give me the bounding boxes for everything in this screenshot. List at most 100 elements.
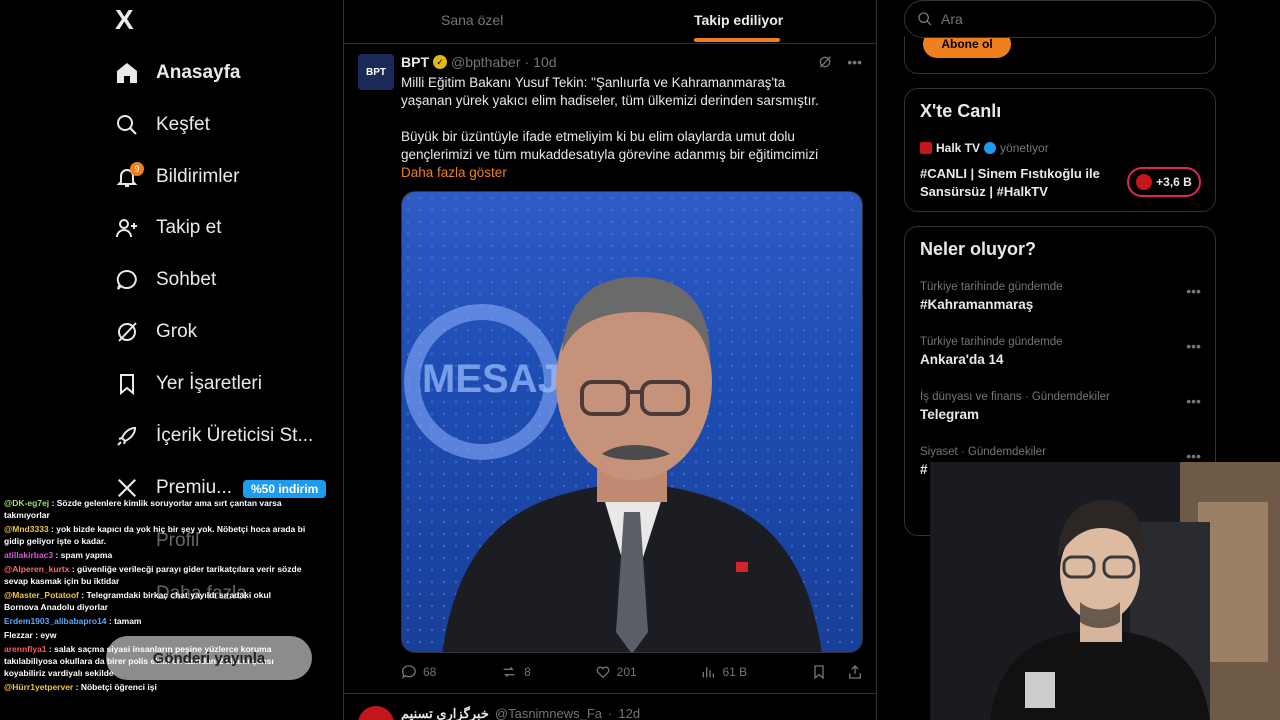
repost-button[interactable]: 8 — [500, 664, 531, 680]
share-icon[interactable] — [847, 664, 863, 680]
reply-icon — [401, 665, 416, 679]
nav-label: Sohbet — [156, 269, 217, 290]
halk-tv-logo-icon — [920, 142, 932, 154]
author-handle[interactable]: @Tasnimnews_Fa — [495, 706, 602, 720]
tweet-header: خبرگزاری تسنیم @Tasnimnews_Fa · 12d — [401, 706, 641, 720]
live-card: X'te Canlı Halk TV yönetiyor #CANLI | Si… — [904, 88, 1216, 212]
chat-username: @DK-eg7ej — [4, 498, 50, 508]
chat-message: atillakirbac3 : spam yapma — [4, 550, 113, 560]
live-heading: X'te Canlı — [920, 101, 1002, 121]
author-handle[interactable]: @bpthaber — [451, 54, 520, 70]
tweet-actions: 68 8 201 61 B — [401, 664, 863, 680]
more-options-icon[interactable]: ••• — [1186, 393, 1201, 409]
listener-count: +3,6 B — [1156, 175, 1192, 189]
live-host[interactable]: Halk TV yönetiyor — [920, 141, 1049, 155]
chat-username: arennflya1 — [4, 644, 47, 654]
chat-message: @Master_Potatoof : Telegramdaki birkaç c… — [4, 590, 272, 612]
active-tab-indicator — [694, 38, 780, 42]
tweet[interactable]: BPT BPT ✓ @bpthaber · 10d ••• Milli Eğit… — [344, 44, 876, 694]
more-options-icon[interactable]: ••• — [1186, 283, 1201, 299]
host-suffix: yönetiyor — [1000, 141, 1049, 155]
like-button[interactable]: 201 — [595, 664, 637, 680]
follow-icon — [114, 215, 140, 241]
like-count: 201 — [616, 665, 637, 679]
avatar[interactable] — [358, 706, 394, 720]
author-name[interactable]: خبرگزاری تسنیم — [401, 706, 489, 720]
trend-item[interactable]: Türkiye tarihinde gündemde Ankara'da 14 … — [920, 336, 1205, 367]
views-button[interactable]: 61 B — [700, 664, 747, 680]
app-root: X Anasayfa Keşfet 9 Bildirimler Takip et — [0, 0, 1280, 720]
tweet[interactable]: خبرگزاری تسنیم @Tasnimnews_Fa · 12d — [344, 696, 876, 720]
tab-for-you[interactable]: Sana özel — [441, 12, 503, 28]
more-options-icon[interactable]: ••• — [847, 54, 862, 73]
live-avatar-icon — [1136, 174, 1153, 190]
main-feed: Sana özel Takip ediliyor BPT BPT ✓ @bpth… — [343, 0, 877, 720]
nav-label: Takip et — [156, 217, 222, 238]
trend-item[interactable]: Türkiye tarihinde gündemde #Kahramanmara… — [920, 281, 1205, 312]
tab-following[interactable]: Takip ediliyor — [694, 12, 783, 28]
trend-context: İş dünyası ve finans · Gündemdekiler — [920, 391, 1110, 403]
author-name[interactable]: BPT — [401, 54, 429, 70]
premium-card: Abone ol — [904, 30, 1216, 74]
rocket-icon — [114, 423, 140, 449]
chat-message: @Mnd3333 : yok bizde kapıcı da yok hiç b… — [4, 524, 306, 546]
feed-tabs: Sana özel Takip ediliyor — [344, 0, 876, 44]
tweet-time[interactable]: 12d — [618, 706, 640, 720]
trend-title: Ankara'da 14 — [920, 352, 1004, 367]
show-more-link[interactable]: Daha fazla göster — [401, 164, 831, 182]
nav-label: Keşfet — [156, 114, 210, 135]
nav-item-chat[interactable]: Sohbet — [114, 260, 216, 300]
heart-icon — [596, 666, 610, 679]
live-listener-count[interactable]: +3,6 B — [1127, 167, 1201, 197]
chat-icon — [114, 267, 140, 293]
trend-context: Türkiye tarihinde gündemde — [920, 336, 1063, 348]
nav-label: Yer İşaretleri — [156, 373, 262, 394]
tweet-image[interactable]: MESAJI — [401, 191, 863, 653]
nav-label: İçerik Üreticisi St... — [156, 425, 314, 446]
reply-button[interactable]: 68 — [401, 664, 436, 680]
nav-label: Bildirimler — [156, 166, 240, 187]
trend-item[interactable]: İş dünyası ve finans · Gündemdekiler Tel… — [920, 391, 1205, 422]
analytics-icon — [703, 667, 715, 678]
post-button[interactable]: Gönderi yayınla — [106, 636, 312, 680]
verified-badge-icon — [984, 142, 997, 154]
chat-username: atillakirbac3 — [4, 550, 54, 560]
home-icon — [114, 60, 140, 86]
nav-item-explore[interactable]: Keşfet — [114, 105, 210, 145]
trend-title: #Kahramanmaraş — [920, 297, 1034, 312]
avatar[interactable]: BPT — [358, 54, 394, 90]
nav-item-follow[interactable]: Takip et — [114, 208, 221, 248]
nav-item-home[interactable]: Anasayfa — [114, 53, 241, 93]
tweet-paragraph: Büyük bir üzüntüyle ifade etmeliyim ki b… — [401, 129, 819, 162]
nav-item-bookmarks[interactable]: Yer İşaretleri — [114, 364, 262, 404]
verified-badge-icon: ✓ — [433, 55, 447, 69]
search-placeholder: Ara — [941, 11, 963, 27]
tweet-time[interactable]: 10d — [533, 54, 556, 70]
search-icon — [114, 112, 140, 138]
chat-username: @Alperen_kurtx — [4, 564, 70, 574]
nav-item-grok[interactable]: Grok — [114, 312, 197, 352]
chat-text: tamam — [114, 616, 142, 626]
tweet-paragraph: Milli Eğitim Bakanı Yusuf Tekin: "Şanlıu… — [401, 75, 819, 108]
reply-count: 68 — [423, 665, 437, 679]
more-options-icon[interactable]: ••• — [1186, 338, 1201, 354]
tweet-header: BPT ✓ @bpthaber · 10d — [401, 54, 557, 70]
search-input[interactable]: Ara — [904, 0, 1216, 38]
bookmark-icon[interactable] — [811, 664, 827, 680]
grok-icon[interactable] — [817, 54, 833, 73]
live-title[interactable]: #CANLI | Sinem Fıstıkoğlu ile Sansürsüz … — [920, 165, 1120, 201]
chat-message: @Alperen_kurtx : güvenliğe verilecği par… — [4, 564, 302, 586]
bell-icon: 9 — [114, 162, 144, 190]
trends-heading: Neler oluyor? — [920, 239, 1037, 259]
chat-text: spam yapma — [60, 550, 113, 560]
tweet-text: Milli Eğitim Bakanı Yusuf Tekin: "Şanlıu… — [401, 74, 831, 182]
notification-badge: 9 — [130, 162, 144, 176]
grok-icon — [114, 319, 140, 345]
chat-username: Flezzar — [4, 630, 33, 640]
nav-item-creator-studio[interactable]: İçerik Üreticisi St... — [114, 416, 313, 456]
nav-item-notifications[interactable]: 9 Bildirimler — [114, 157, 239, 197]
host-name: Halk TV — [936, 141, 981, 155]
bookmark-icon — [114, 371, 140, 397]
chat-message: @Hürr1yetperver : Nöbetçi öğrenci işi — [4, 682, 157, 692]
x-logo[interactable]: X — [115, 6, 143, 34]
